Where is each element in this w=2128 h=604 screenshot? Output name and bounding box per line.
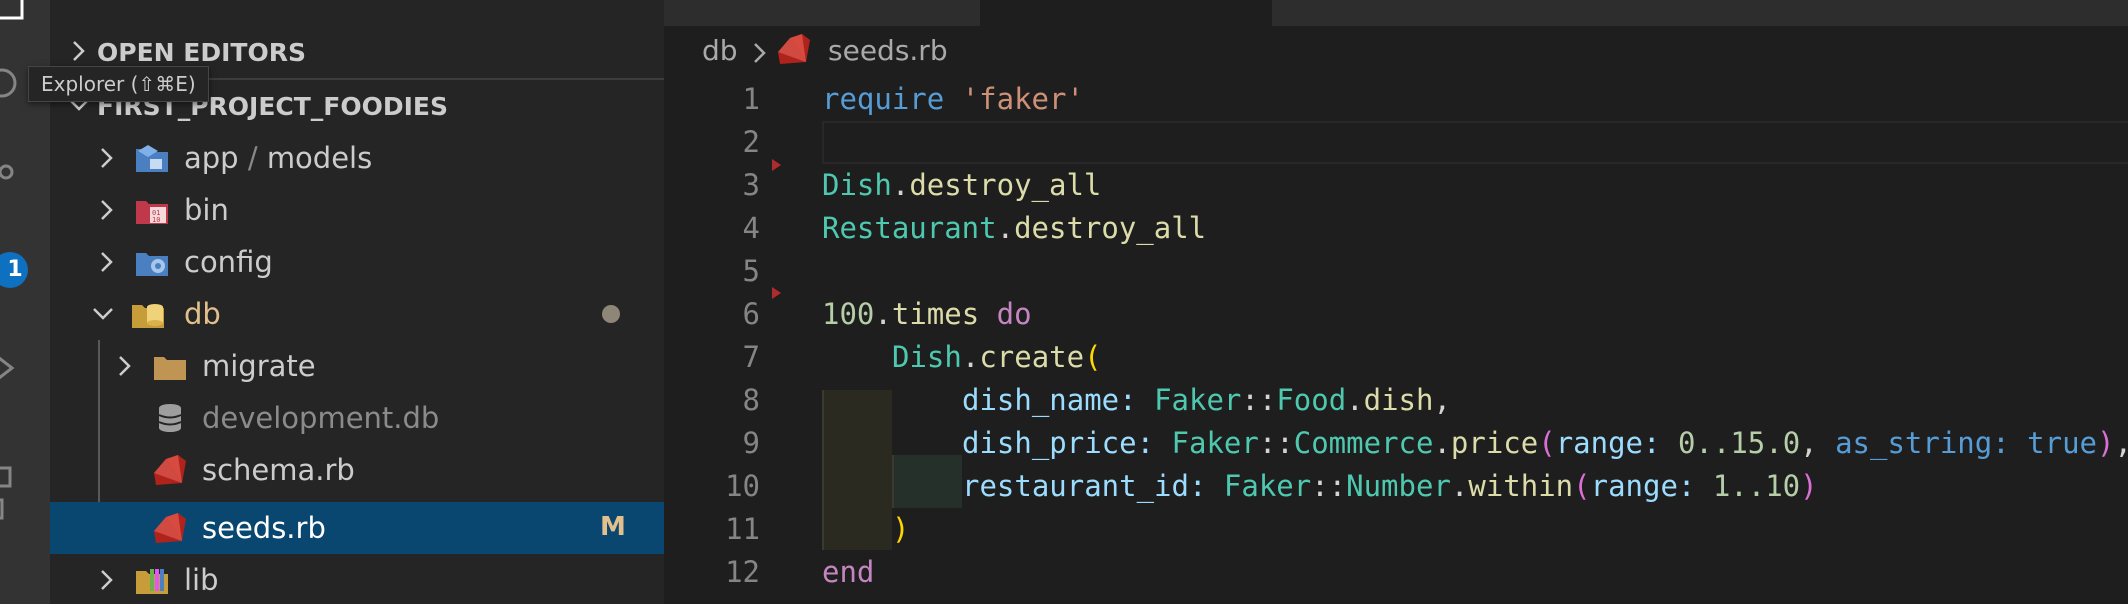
tree-item-label: schema.rb	[202, 453, 355, 487]
line-number: 7	[742, 340, 760, 374]
breadcrumb-file[interactable]: seeds.rb	[828, 34, 948, 67]
tab-inactive[interactable]	[1272, 0, 2128, 26]
tree-item-label: bin	[184, 193, 229, 227]
tab-strip	[664, 0, 2128, 26]
tree-item-bin[interactable]: 01 10 bin	[50, 184, 664, 236]
explorer-icon[interactable]	[0, 0, 40, 30]
db-folder-icon	[132, 304, 164, 328]
code-line: Dish.create(	[892, 340, 1102, 374]
indent-guide	[822, 390, 892, 550]
line-number: 12	[725, 555, 760, 589]
svg-text:10: 10	[152, 216, 160, 224]
code-editor[interactable]: 1 2 3 4 5 6 7 8 9 10 11 12 require 'fake…	[664, 78, 2128, 604]
source-control-badge: 1	[0, 252, 28, 288]
config-folder-icon	[136, 253, 168, 276]
chevron-down-icon	[93, 308, 113, 320]
tree-item-development-db[interactable]: development.db	[50, 392, 664, 444]
ruby-icon	[154, 455, 186, 485]
tab-inactive[interactable]	[664, 0, 980, 26]
line-number: 8	[742, 383, 760, 417]
tree-item-lib[interactable]: lib	[50, 554, 664, 604]
current-line-highlight	[822, 121, 2128, 164]
app-folder-icon	[136, 145, 168, 172]
source-control-icon[interactable]	[0, 160, 30, 220]
code-line: Restaurant.destroy_all	[822, 211, 1207, 245]
modified-dot	[602, 305, 620, 323]
breadcrumb: db seeds.rb	[664, 26, 2128, 78]
database-icon	[158, 404, 182, 432]
line-number: 11	[725, 512, 760, 546]
tree-item-label: migrate	[202, 349, 316, 383]
line-number: 5	[742, 254, 760, 288]
tree-item-db[interactable]: db	[50, 288, 664, 340]
chevron-right-icon	[101, 252, 113, 272]
breadcrumb-folder[interactable]: db	[702, 34, 738, 67]
tab-active[interactable]	[982, 0, 1272, 26]
tree-item-label: config	[184, 245, 273, 279]
tree-item-migrate[interactable]: migrate	[50, 340, 664, 392]
line-number: 6	[742, 297, 760, 331]
code-line: dish_price: Faker::Commerce.price(range:…	[962, 426, 2128, 460]
code-line: restaurant_id: Faker::Number.within(rang…	[962, 469, 1818, 503]
lib-folder-icon	[136, 569, 168, 594]
tree-item-schema-rb[interactable]: schema.rb	[50, 444, 664, 496]
explorer-tooltip: Explorer (⇧⌘E)	[28, 66, 209, 102]
code-line: Dish.destroy_all	[822, 168, 1102, 202]
code-line: dish_name: Faker::Food.dish,	[962, 383, 1451, 417]
line-number: 10	[725, 469, 760, 503]
tree-item-label: lib	[184, 563, 219, 597]
run-debug-icon[interactable]	[0, 350, 22, 386]
fold-marker-icon[interactable]	[772, 159, 781, 171]
fold-marker-icon[interactable]	[772, 287, 781, 299]
code-line: )	[892, 512, 910, 546]
tree-item-seeds-rb[interactable]: seeds.rb M	[50, 502, 664, 554]
indent-guide	[892, 455, 962, 508]
tree-item-label: development.db	[202, 401, 440, 435]
line-number: 9	[742, 426, 760, 460]
code-line: 100.times do	[822, 297, 1032, 331]
code-line: end	[822, 555, 875, 589]
ruby-icon	[154, 513, 186, 543]
extensions-icon[interactable]	[0, 466, 30, 526]
chevron-right-icon	[101, 200, 113, 220]
chevron-right-icon	[73, 41, 85, 61]
chevron-right-icon	[119, 356, 131, 376]
search-icon[interactable]	[0, 66, 26, 106]
code-line: require 'faker'	[822, 82, 1084, 116]
tree-item-config[interactable]: config	[50, 236, 664, 288]
tree-item-label: db	[184, 297, 221, 331]
modified-badge: M	[600, 512, 626, 542]
open-editors-label: OPEN EDITORS	[97, 37, 306, 67]
line-number: 4	[742, 211, 760, 245]
folder-icon	[154, 357, 186, 380]
chevron-right-icon	[101, 570, 113, 590]
tree-item-label: seeds.rb	[202, 511, 326, 545]
line-number: 3	[742, 168, 760, 202]
tree-item-app-models[interactable]: app / models	[50, 132, 664, 184]
line-number: 2	[742, 125, 760, 159]
ruby-icon	[778, 34, 810, 64]
line-number: 1	[742, 82, 760, 116]
bin-folder-icon: 01 10	[136, 201, 168, 224]
tree-item-label: app / models	[184, 141, 373, 175]
chevron-right-icon	[101, 148, 113, 168]
chevron-right-icon	[754, 43, 766, 63]
